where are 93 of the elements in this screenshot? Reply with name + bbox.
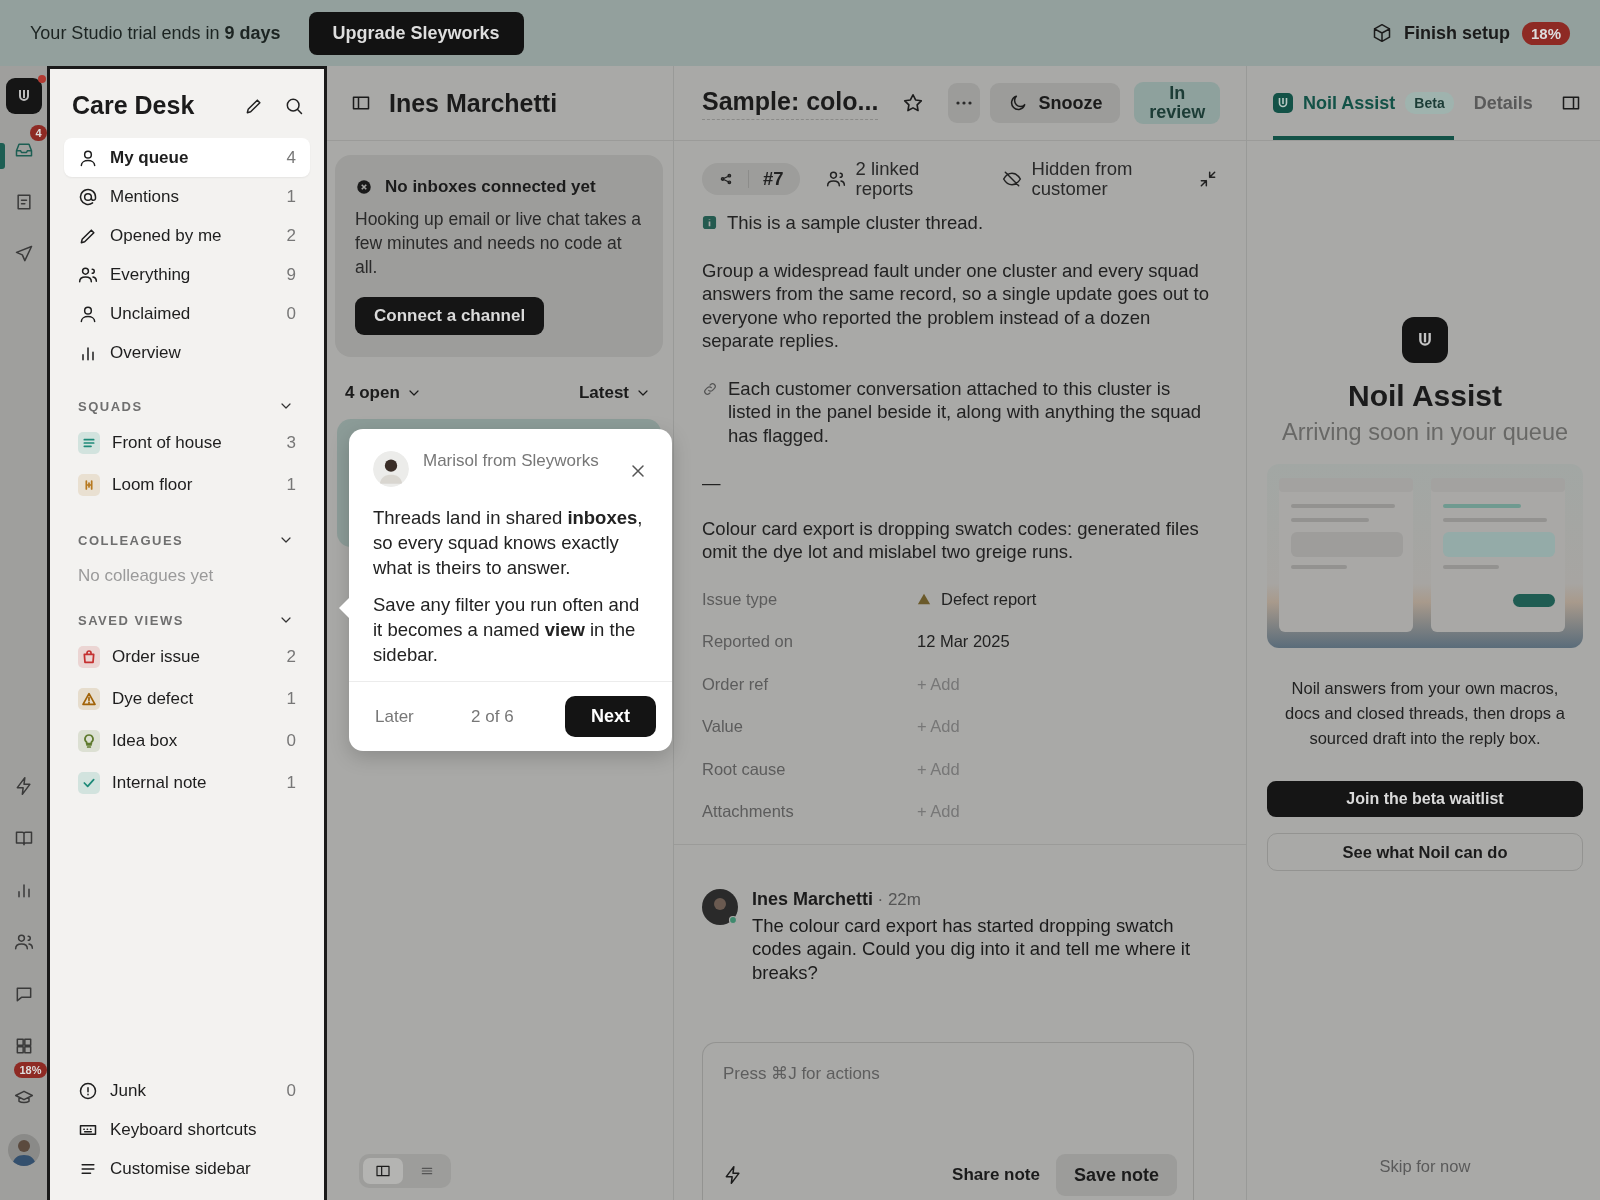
notice-text: Hooking up email or live chat takes a few minutes and needs no code at all. [355, 208, 642, 279]
sidebar-title: Care Desk [72, 91, 195, 120]
count-badge: 18% [14, 1062, 47, 1078]
assistant-description: Noil answers from your own macros, docs and closed threads, then drops a sourced draft into the reply box. [1284, 678, 1566, 749]
sidebar-item[interactable]: Front of house 3 [64, 422, 310, 464]
active-indicator [0, 143, 5, 169]
learn-more-button[interactable]: See what Noil can do [1267, 833, 1583, 871]
notice-title: No inboxes connected yet [385, 177, 596, 197]
sidebar-item[interactable]: Loom floor 1 [64, 464, 310, 506]
connect-channel-button[interactable]: Connect a channel [355, 297, 545, 335]
warning-icon [917, 592, 931, 607]
field-label: Issue type [702, 588, 779, 610]
filter-dropdown[interactable]: 4 open [345, 383, 422, 403]
alert-icon [78, 1080, 98, 1101]
split-view-icon[interactable] [363, 1158, 403, 1184]
thread-id-pill[interactable]: #7 [702, 163, 800, 195]
separator-mark: — [702, 472, 721, 493]
panel-toggle-icon[interactable] [1561, 93, 1581, 113]
save-note-button[interactable]: Save note [1055, 1154, 1177, 1196]
snooze-button[interactable]: Snooze [990, 83, 1121, 123]
message-author: Ines Marchetti [752, 888, 874, 909]
sidebar-item[interactable]: Order issue 2 [64, 636, 310, 678]
assistant-logo [1273, 93, 1293, 113]
sidebar-item[interactable]: Opened by me 2 [64, 216, 310, 255]
collapse-icon[interactable] [1198, 169, 1218, 189]
dots-icon [956, 101, 973, 105]
people-icon [825, 169, 846, 189]
status-button[interactable]: In review [1134, 82, 1220, 124]
thread-title[interactable]: Sample: colo... [702, 86, 879, 120]
empty-state-text: No colleagues yet [77, 565, 215, 586]
count-badge: 4 [30, 125, 47, 141]
field-label: Value [702, 716, 744, 737]
visibility-label: Hidden from customer [1031, 159, 1134, 199]
field-value: Defect report [941, 588, 1037, 610]
finish-setup-link[interactable]: Finish setup [1403, 22, 1510, 44]
link-icon [702, 380, 718, 397]
sidebar-item[interactable]: Overview [64, 333, 310, 372]
progress-badge: 18% [1521, 21, 1570, 45]
thread-paragraph: Each customer conversation attached to this cluster is listed in the panel beside it, along with anything the squad has flagged. [728, 376, 1203, 447]
note-composer[interactable]: Press ⌘J for actions Share note Save note [702, 1042, 1194, 1200]
composer-placeholder: Press ⌘J for actions [723, 1063, 881, 1084]
issue-description: Colour card export is dropping swatch codes: generated files omit the dye lot and mislabel two greige runs. [702, 516, 1200, 564]
sidebar-item[interactable]: Idea box 0 [64, 720, 310, 762]
eye-off-icon [1001, 169, 1022, 189]
sidebar-item[interactable]: My queue 4 [64, 138, 310, 177]
sidebar-item[interactable]: Keyboard shortcuts [64, 1110, 310, 1149]
popover-author: Marisol from Sleyworks [423, 451, 600, 471]
star-icon[interactable] [902, 92, 925, 114]
avatar [373, 451, 409, 487]
field-label: Attachments [702, 801, 795, 822]
step-counter: 2 of 6 [471, 706, 514, 727]
assistant-heading: Noil Assist [1348, 379, 1502, 413]
field-label: Reported on [702, 631, 794, 652]
sidebar-item[interactable]: Internal note 1 [64, 762, 310, 804]
popover-text: Threads land in shared inboxes, so every squad knows exactly what is theirs to answer. [373, 506, 644, 580]
upgrade-button[interactable]: Upgrade Sleyworks [308, 11, 524, 55]
error-icon [355, 178, 373, 196]
sidebar-item[interactable]: Everything 9 [64, 255, 310, 294]
cube-icon [1371, 23, 1392, 43]
popover-text: Save any filter you run often and it becomes a named view in the sidebar. [373, 593, 641, 667]
sidebar-item[interactable]: Dye defect 1 [64, 678, 310, 720]
info-icon [702, 215, 717, 231]
linked-reports[interactable]: 2 linked reports [855, 159, 968, 199]
thread-paragraph: Group a widespread fault under one cluster and every squad answers from the same record, so a single update goes out to everyone who reported the problem instead of a dozen separate replies. [702, 258, 1210, 353]
share-note-button[interactable]: Share note [952, 1165, 1040, 1185]
sidebar-item[interactable]: Mentions 1 [64, 177, 310, 216]
section-heading: SQUADS [78, 398, 143, 414]
sidebar-toggle-icon[interactable] [351, 93, 371, 113]
share-icon [718, 171, 734, 187]
sample-notice: This is a sample cluster thread. [727, 211, 984, 235]
message-text: The colour card export has started dropping swatch codes again. Could you dig into it and tell me where it breaks? [752, 913, 1192, 984]
section-heading: COLLEAGUES [78, 532, 184, 548]
assistant-logo [1402, 317, 1448, 363]
message-time: · 22m [877, 889, 921, 909]
field-label: Root cause [702, 758, 787, 780]
section-heading: SAVED VIEWS [78, 612, 184, 628]
join-waitlist-button[interactable]: Join the beta waitlist [1267, 781, 1583, 817]
avatar[interactable] [7, 1134, 40, 1166]
sidebar-item[interactable]: Customise sidebar [64, 1149, 310, 1188]
sidebar-item[interactable]: Unclaimed 0 [64, 294, 310, 333]
sidebar-item[interactable]: Junk 0 [64, 1071, 310, 1110]
avatar [702, 888, 738, 925]
lightning-icon[interactable] [723, 1165, 743, 1185]
field-value: 12 Mar 2025 [917, 631, 1010, 652]
sort-dropdown[interactable]: Latest [578, 383, 651, 403]
inbox-title: Ines Marchetti [389, 88, 558, 118]
assistant-subheading: Arriving soon in your queue [1281, 419, 1569, 446]
panel-tab[interactable]: Noil Assist Beta [1273, 70, 1454, 140]
field-label: Order ref [702, 673, 770, 695]
later-button[interactable]: Later [369, 705, 420, 728]
at-sign-icon [78, 186, 98, 207]
trial-message: Your Studio trial ends in 9 days [30, 22, 281, 44]
next-button[interactable]: Next [565, 696, 656, 737]
